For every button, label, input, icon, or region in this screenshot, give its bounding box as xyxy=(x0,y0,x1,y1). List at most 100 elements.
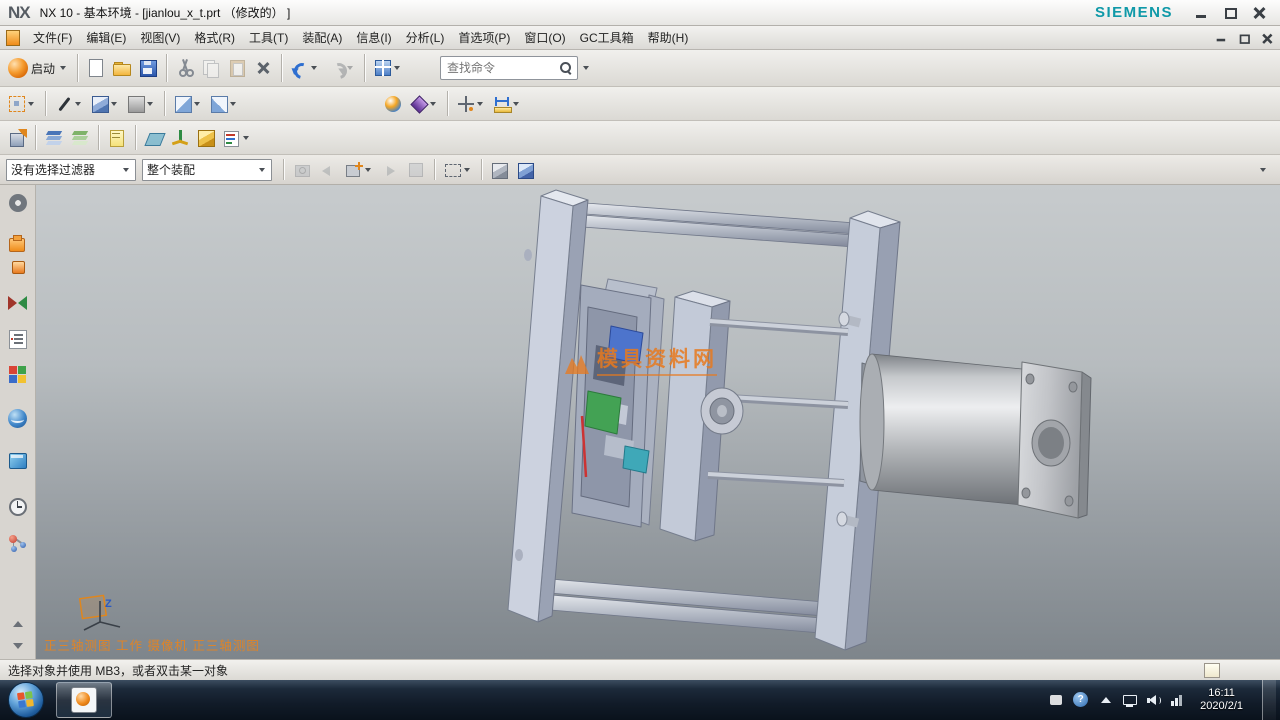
menu-information[interactable]: 信息(I) xyxy=(349,26,398,49)
command-finder-input[interactable] xyxy=(445,60,559,76)
snap-point-button[interactable] xyxy=(454,90,488,118)
help-tray-icon[interactable]: ? xyxy=(1073,692,1089,708)
layer-category-button[interactable] xyxy=(68,124,92,152)
menu-gc-toolbox[interactable]: GC工具箱 xyxy=(573,26,641,49)
orient-view-button[interactable] xyxy=(5,90,39,118)
visualization-button[interactable] xyxy=(407,90,441,118)
information-button[interactable] xyxy=(105,124,129,152)
selection-filter-dropdown[interactable]: 没有选择过滤器 xyxy=(6,159,136,181)
wcs-orient-button[interactable] xyxy=(194,124,218,152)
menu-tools[interactable]: 工具(T) xyxy=(242,26,295,49)
start-orb-button[interactable] xyxy=(8,682,44,718)
volume-icon[interactable] xyxy=(1146,693,1161,707)
note-icon xyxy=(108,129,126,147)
sidebar-scroll-icons[interactable] xyxy=(8,619,28,653)
delete-x-icon xyxy=(254,59,272,77)
menu-file[interactable]: 文件(F) xyxy=(26,26,79,49)
menu-help[interactable]: 帮助(H) xyxy=(641,26,696,49)
history-clock-icon[interactable] xyxy=(8,497,28,517)
watermark: 模具资料网 xyxy=(563,343,717,376)
datum-csys-button[interactable] xyxy=(168,124,192,152)
display-tray-icon[interactable] xyxy=(1122,693,1137,707)
annotation-button[interactable] xyxy=(220,124,254,152)
window-display-icon[interactable] xyxy=(8,451,28,471)
selection-scope-dropdown[interactable]: 整个装配 xyxy=(142,159,272,181)
menu-assemblies[interactable]: 装配(A) xyxy=(295,26,349,49)
search-icon[interactable] xyxy=(559,61,573,75)
copy-button[interactable] xyxy=(199,54,223,82)
viewport[interactable]: 模具资料网 Z 正三轴测图 工作 摄像机 正三轴测图 xyxy=(36,185,1280,659)
wcs-triad: Z xyxy=(76,590,160,638)
move-object-button[interactable] xyxy=(5,124,29,152)
gray-cube-icon xyxy=(491,161,509,179)
palette-grid-icon[interactable] xyxy=(8,365,28,385)
rendering-style-button[interactable] xyxy=(52,90,86,118)
layer-settings-button[interactable] xyxy=(42,124,66,152)
view-iso-icon xyxy=(210,95,228,113)
add-snapshot-button[interactable] xyxy=(342,156,376,184)
menu-edit[interactable]: 编辑(E) xyxy=(79,26,133,49)
nx-taskbar-button[interactable] xyxy=(56,682,112,718)
display-cube-button[interactable] xyxy=(88,90,122,118)
highlight-assembly-button[interactable] xyxy=(488,156,512,184)
toolbar-separator xyxy=(45,91,46,116)
window-maximize-button[interactable] xyxy=(1224,6,1237,19)
datum-plane-icon xyxy=(145,129,163,147)
doc-minimize-button[interactable] xyxy=(1216,33,1225,42)
redo-arrow-icon xyxy=(327,59,345,77)
toolbar-overflow-caret-icon[interactable] xyxy=(1260,168,1266,172)
measure-button[interactable] xyxy=(490,90,524,118)
menu-format[interactable]: 格式(R) xyxy=(187,26,242,49)
shaded-view-button[interactable] xyxy=(124,90,158,118)
prev-selection-button[interactable] xyxy=(316,156,340,184)
doc-close-button[interactable] xyxy=(1262,33,1271,42)
undo-button[interactable] xyxy=(288,54,322,82)
web-browser-icon[interactable] xyxy=(8,409,28,429)
assembly-molecule-icon[interactable] xyxy=(8,533,28,553)
snap-cross-icon xyxy=(457,95,475,113)
work-part-cube-button[interactable] xyxy=(514,156,538,184)
taskbar-clock[interactable]: 16:11 2020/2/1 xyxy=(1200,687,1243,713)
window-minimize-button[interactable] xyxy=(1195,6,1208,19)
next-selection-button[interactable] xyxy=(378,156,402,184)
status-note-icon[interactable] xyxy=(1204,663,1220,678)
paste-button[interactable] xyxy=(225,54,249,82)
window-layout-button[interactable] xyxy=(371,54,405,82)
open-button[interactable] xyxy=(110,54,134,82)
bowtie-icon[interactable] xyxy=(8,293,28,313)
menu-analysis[interactable]: 分析(L) xyxy=(399,26,452,49)
window-close-button[interactable] xyxy=(1253,6,1266,19)
snapshot-button[interactable] xyxy=(290,156,314,184)
finder-options-caret-icon[interactable] xyxy=(583,66,589,70)
wcs-cube-icon xyxy=(197,129,215,147)
doc-restore-button[interactable] xyxy=(1239,33,1248,42)
show-desktop-button[interactable] xyxy=(1262,680,1276,720)
view-orient-iso-button[interactable] xyxy=(207,90,241,118)
true-shading-button[interactable] xyxy=(381,90,405,118)
menu-view[interactable]: 视图(V) xyxy=(133,26,187,49)
delete-button[interactable] xyxy=(251,54,275,82)
menu-window[interactable]: 窗口(O) xyxy=(517,26,572,49)
datum-plane-button[interactable] xyxy=(142,124,166,152)
cut-button[interactable] xyxy=(173,54,197,82)
input-indicator-icon[interactable] xyxy=(1049,693,1064,707)
new-file-button[interactable] xyxy=(84,54,108,82)
redo-button[interactable] xyxy=(324,54,358,82)
role-advanced-icon[interactable] xyxy=(8,235,28,255)
save-floppy-icon xyxy=(139,59,157,77)
toolbar-separator xyxy=(135,125,136,150)
history-list-icon[interactable] xyxy=(8,329,28,349)
roles-gear-icon[interactable] xyxy=(8,193,28,213)
view-orient-front-button[interactable] xyxy=(171,90,205,118)
capture-button[interactable] xyxy=(404,156,428,184)
blue-cube-icon xyxy=(517,161,535,179)
start-button[interactable]: 启动 xyxy=(5,54,71,82)
network-icon[interactable] xyxy=(1170,693,1185,707)
toolbar-separator xyxy=(164,91,165,116)
rectangle-select-button[interactable] xyxy=(441,156,475,184)
menu-preferences[interactable]: 首选项(P) xyxy=(451,26,517,49)
nx-logo: NX xyxy=(8,3,30,23)
role-essentials-icon[interactable] xyxy=(8,259,28,279)
hidden-icons-arrow-icon[interactable] xyxy=(1098,693,1113,707)
save-button[interactable] xyxy=(136,54,160,82)
